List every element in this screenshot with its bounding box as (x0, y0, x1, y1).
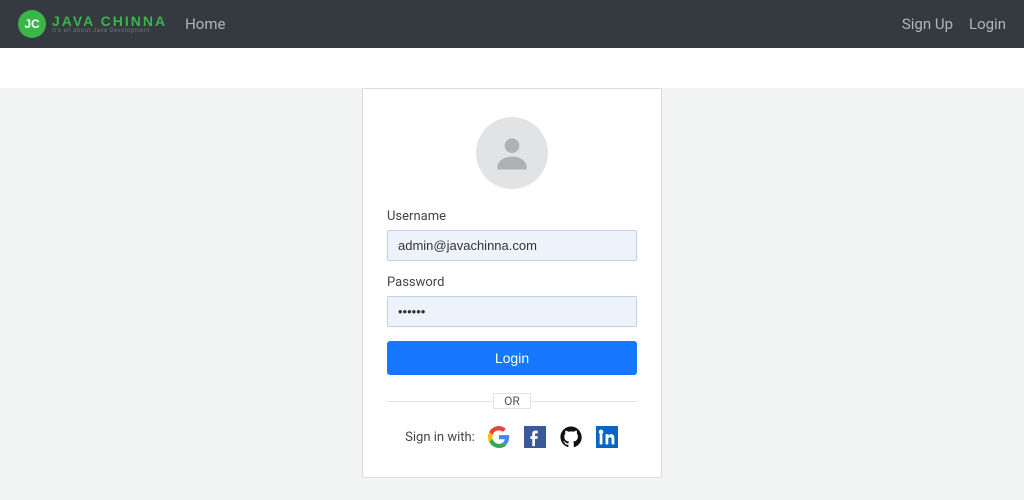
login-button[interactable]: Login (387, 341, 637, 375)
brand-text: JAVA CHINNA It's all about Java Developm… (52, 14, 167, 34)
divider: OR (387, 393, 637, 409)
navbar: JC JAVA CHINNA It's all about Java Devel… (0, 0, 1024, 48)
brand-badge: JC (18, 10, 46, 38)
username-label: Username (387, 209, 637, 224)
linkedin-icon[interactable] (595, 425, 619, 449)
github-icon[interactable] (559, 425, 583, 449)
login-card: Username Password Login OR Sign in with: (362, 88, 662, 478)
password-group: Password (387, 275, 637, 327)
avatar-wrap (387, 117, 637, 189)
facebook-icon[interactable] (523, 425, 547, 449)
nav-home[interactable]: Home (185, 15, 225, 33)
nav-login[interactable]: Login (969, 15, 1006, 33)
avatar-icon (476, 117, 548, 189)
brand-logo[interactable]: JC JAVA CHINNA It's all about Java Devel… (18, 10, 167, 38)
nav-right: Sign Up Login (902, 15, 1006, 33)
whitebar (0, 48, 1024, 88)
password-input[interactable] (387, 296, 637, 327)
google-icon[interactable] (487, 425, 511, 449)
nav-left: JC JAVA CHINNA It's all about Java Devel… (18, 10, 225, 38)
username-group: Username (387, 209, 637, 261)
brand-tagline: It's all about Java Development (52, 28, 167, 34)
divider-text: OR (493, 393, 531, 409)
signin-with-label: Sign in with: (405, 430, 475, 445)
social-row: Sign in with: (387, 425, 637, 449)
password-label: Password (387, 275, 637, 290)
username-input[interactable] (387, 230, 637, 261)
nav-signup[interactable]: Sign Up (902, 15, 953, 33)
brand-name: JAVA CHINNA (52, 14, 167, 28)
